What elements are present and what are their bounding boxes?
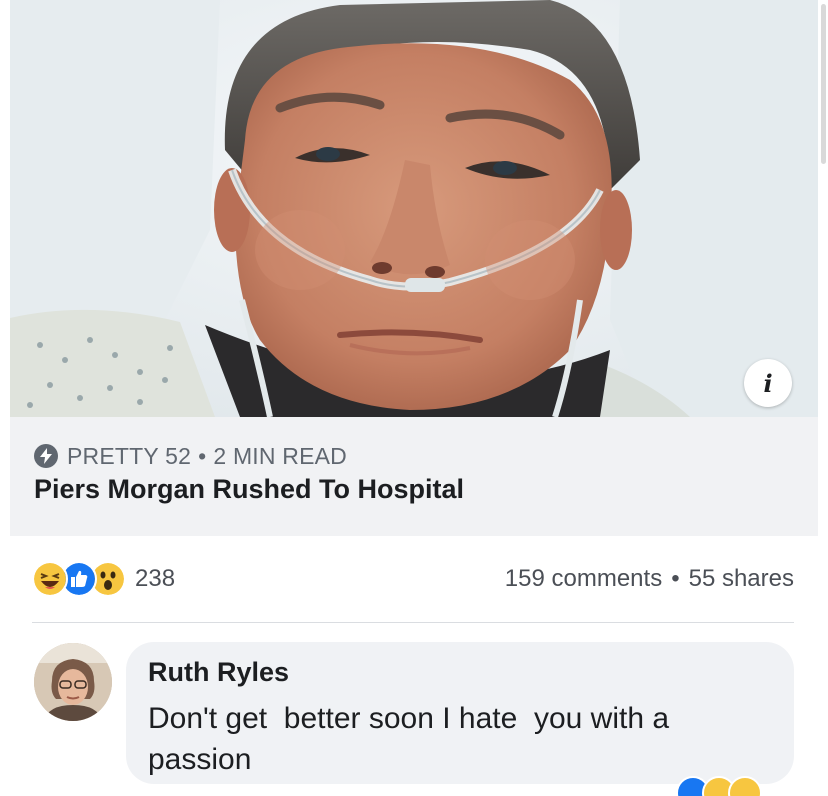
article-meta: PRETTY 52 • 2 MIN READ: [34, 441, 347, 471]
reaction-summary[interactable]: 238: [32, 561, 175, 597]
meta-separator: •: [198, 442, 207, 469]
stats-separator: •: [671, 565, 680, 592]
comment-text: Don't get better soon I hate you with a …: [148, 702, 670, 776]
shares-count[interactable]: 55 shares: [689, 565, 794, 593]
comment-bubble[interactable]: Ruth Ryles Don't get better soon I hate …: [126, 642, 794, 784]
info-icon: i: [763, 368, 773, 398]
info-button[interactable]: i: [744, 359, 792, 407]
reaction-count[interactable]: 238: [135, 565, 175, 593]
divider: [32, 622, 794, 623]
lightning-bolt-icon: [34, 444, 58, 468]
article-source: PRETTY 52: [67, 442, 192, 469]
scrollbar[interactable]: [821, 4, 826, 164]
comment-reactions[interactable]: [676, 776, 796, 796]
link-preview-card[interactable]: i PRETTY 52 • 2 MIN READ Piers Morgan Ru…: [10, 0, 818, 536]
engagement-stats: 159 comments • 55 shares: [505, 561, 794, 597]
article-photo[interactable]: i: [10, 0, 818, 417]
article-headline[interactable]: Piers Morgan Rushed To Hospital: [34, 474, 464, 505]
haha-emoji-icon: [32, 561, 68, 597]
commenter-avatar[interactable]: [34, 643, 112, 721]
comments-count[interactable]: 159 comments: [505, 565, 662, 593]
wow-emoji-icon: [728, 776, 762, 796]
article-read-time: 2 MIN READ: [213, 442, 347, 469]
comment-author[interactable]: Ruth Ryles: [148, 657, 289, 688]
facebook-post-screenshot: i PRETTY 52 • 2 MIN READ Piers Morgan Ru…: [0, 0, 828, 796]
